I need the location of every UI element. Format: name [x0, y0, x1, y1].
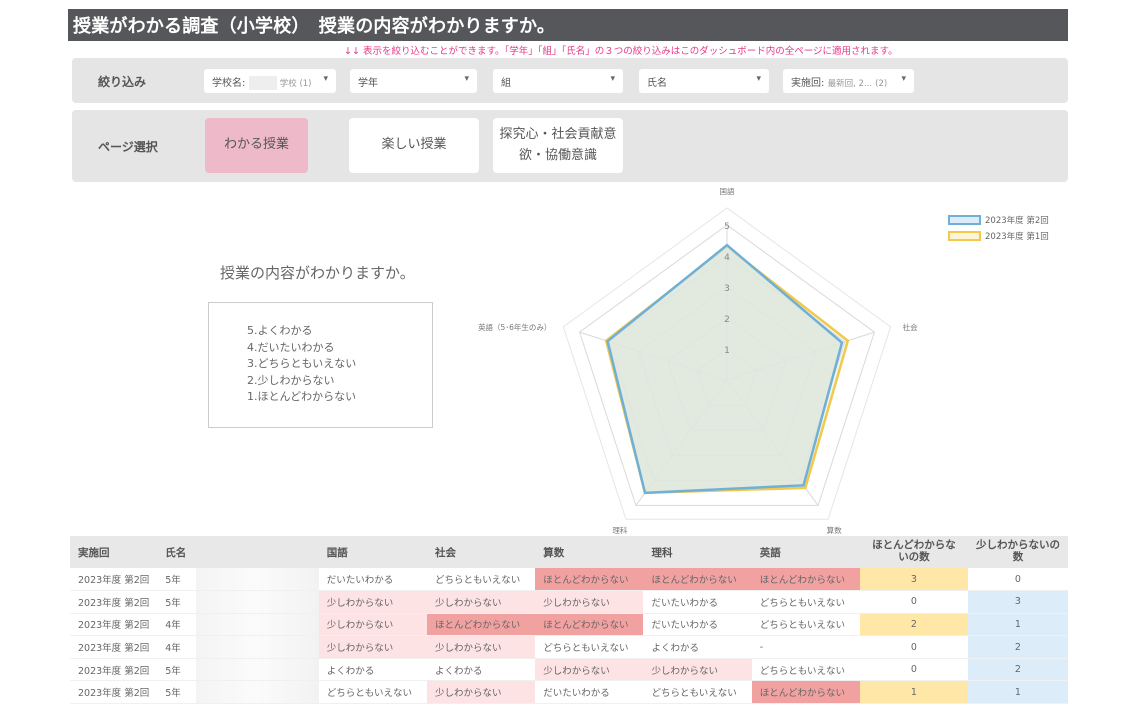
not-understand-count-cell: 0	[859, 590, 968, 614]
session-cell: 2023年度 第2回	[70, 680, 158, 705]
radar-axis-label: 社会	[903, 322, 918, 332]
answer-cell: 少しわからない	[318, 613, 427, 637]
answer-cell: -	[751, 635, 860, 659]
slightly-not-understand-count-cell: 0	[967, 568, 1068, 592]
table-header-cell[interactable]: ほとんどわからな いの数	[859, 536, 968, 568]
legend-item[interactable]: 2023年度 第2回	[948, 212, 1049, 228]
legend-swatch	[948, 231, 981, 241]
radar-axis-label: 英語（5･6年生のみ）	[478, 322, 551, 332]
grade-cell: 4年	[157, 635, 196, 659]
radar-tick-label: 3	[724, 284, 730, 294]
answer-cell: どちらともいえない	[426, 568, 536, 592]
answer-cell: どちらともいえない	[751, 613, 860, 637]
legend-label: 2023年度 第2回	[985, 216, 1049, 226]
answer-cell: よくわかる	[318, 658, 427, 682]
answer-cell: どちらともいえない	[643, 680, 752, 705]
table-header-cell[interactable]: 社会	[426, 536, 536, 568]
not-understand-count-cell: 2	[859, 613, 968, 637]
grade-cell: 5年	[157, 680, 196, 705]
table-header-cell[interactable]: 理科	[643, 536, 752, 568]
answer-cell: 少しわからない	[426, 590, 536, 614]
session-cell: 2023年度 第2回	[70, 613, 158, 637]
answer-cell: ほとんどわからない	[535, 568, 644, 592]
answer-cell: どちらともいえない	[318, 680, 427, 705]
answer-cell: どちらともいえない	[751, 658, 860, 682]
not-understand-count-cell: 1	[859, 680, 968, 705]
student-name-redacted	[195, 658, 319, 682]
student-name-redacted	[195, 568, 319, 592]
table-row: 2023年度 第2回 5年 どちらともいえない 少しわからない だいたいわかる どちらとも…	[70, 680, 1068, 705]
slightly-not-understand-count-cell: 2	[967, 635, 1068, 659]
grade-cell: 5年	[157, 568, 196, 592]
answer-cell: 少しわからない	[535, 658, 644, 682]
not-understand-count-cell: 0	[859, 635, 968, 659]
table-row: 2023年度 第2回 5年 だいたいわかる どちらともいえない ほとんどわからない ほとん…	[70, 568, 1068, 592]
slightly-not-understand-count-cell: 3	[967, 590, 1068, 614]
answer-cell: ほとんどわからない	[751, 680, 860, 705]
answer-cell: ほとんどわからない	[751, 568, 860, 592]
answer-cell: だいたいわかる	[643, 613, 752, 637]
session-cell: 2023年度 第2回	[70, 658, 158, 682]
radar-axis-label: 算数	[827, 525, 842, 535]
table-header-row: 実施回 氏名 国語 社会 算数 理科 英語 ほとんどわからな いの数 少しわからないの 数	[70, 536, 1068, 568]
table-header-cell[interactable]	[195, 536, 319, 568]
answer-cell: 少しわからない	[426, 635, 536, 659]
legend-swatch	[948, 215, 981, 225]
answer-cell: 少しわからない	[318, 635, 427, 659]
answer-cell: 少しわからない	[318, 590, 427, 614]
table-header-cell[interactable]: 英語	[751, 536, 860, 568]
answer-cell: ほとんどわからない	[535, 613, 644, 637]
radar-tick-label: 1	[724, 346, 730, 356]
radar-series-1	[606, 243, 844, 495]
answer-cell: ほとんどわからない	[643, 568, 752, 592]
answer-cell: よくわかる	[426, 658, 536, 682]
grade-cell: 5年	[157, 590, 196, 614]
table-body: 2023年度 第2回 5年 だいたいわかる どちらともいえない ほとんどわからない ほとん…	[70, 568, 1068, 705]
radar-tick-label: 2	[724, 315, 730, 325]
table-row: 2023年度 第2回 4年 少しわからない ほとんどわからない ほとんどわからない だいた…	[70, 613, 1068, 637]
not-understand-count-cell: 3	[859, 568, 968, 592]
radar-axis-label: 国語	[720, 186, 735, 196]
table-header-cell[interactable]: 国語	[318, 536, 427, 568]
student-name-redacted	[195, 613, 319, 637]
answer-cell: だいたいわかる	[318, 568, 427, 592]
legend-item[interactable]: 2023年度 第1回	[948, 228, 1049, 244]
answer-cell: だいたいわかる	[643, 590, 752, 614]
table-row: 2023年度 第2回 5年 よくわかる よくわかる 少しわからない 少しわからない どちらと…	[70, 658, 1068, 682]
radar-tick-label: 5	[724, 222, 730, 232]
session-cell: 2023年度 第2回	[70, 590, 158, 614]
table-row: 2023年度 第2回 5年 少しわからない 少しわからない 少しわからない だいたいわかる…	[70, 590, 1068, 614]
chart-legend: 2023年度 第2回 2023年度 第1回	[948, 212, 1049, 244]
radar-axis-label: 理科	[612, 525, 627, 535]
table-row: 2023年度 第2回 4年 少しわからない 少しわからない どちらともいえない よくわかる…	[70, 635, 1068, 659]
answer-cell: どちらともいえない	[751, 590, 860, 614]
table-header-cell[interactable]: 算数	[535, 536, 644, 568]
student-name-redacted	[195, 680, 319, 705]
table-header-cell[interactable]: 実施回	[70, 536, 158, 568]
student-name-redacted	[195, 590, 319, 614]
legend-label: 2023年度 第1回	[985, 232, 1049, 242]
grade-cell: 4年	[157, 613, 196, 637]
slightly-not-understand-count-cell: 1	[967, 613, 1068, 637]
session-cell: 2023年度 第2回	[70, 635, 158, 659]
not-understand-count-cell: 0	[859, 658, 968, 682]
answer-cell: 少しわからない	[643, 658, 752, 682]
slightly-not-understand-count-cell: 2	[967, 658, 1068, 682]
table-header-cell[interactable]: 少しわからないの 数	[967, 536, 1068, 568]
answer-cell: よくわかる	[643, 635, 752, 659]
slightly-not-understand-count-cell: 1	[967, 680, 1068, 705]
radar-tick-label: 4	[724, 253, 730, 263]
table-header-cell[interactable]: 氏名	[157, 536, 196, 568]
answer-cell: 少しわからない	[426, 680, 536, 705]
grade-cell: 5年	[157, 658, 196, 682]
answer-cell: ほとんどわからない	[426, 613, 536, 637]
answer-cell: 少しわからない	[535, 590, 644, 614]
answer-cell: どちらともいえない	[535, 635, 644, 659]
answer-cell: だいたいわかる	[535, 680, 644, 705]
session-cell: 2023年度 第2回	[70, 568, 158, 592]
student-name-redacted	[195, 635, 319, 659]
results-table: 実施回 氏名 国語 社会 算数 理科 英語 ほとんどわからな いの数 少しわからないの 数 20…	[70, 536, 1068, 705]
